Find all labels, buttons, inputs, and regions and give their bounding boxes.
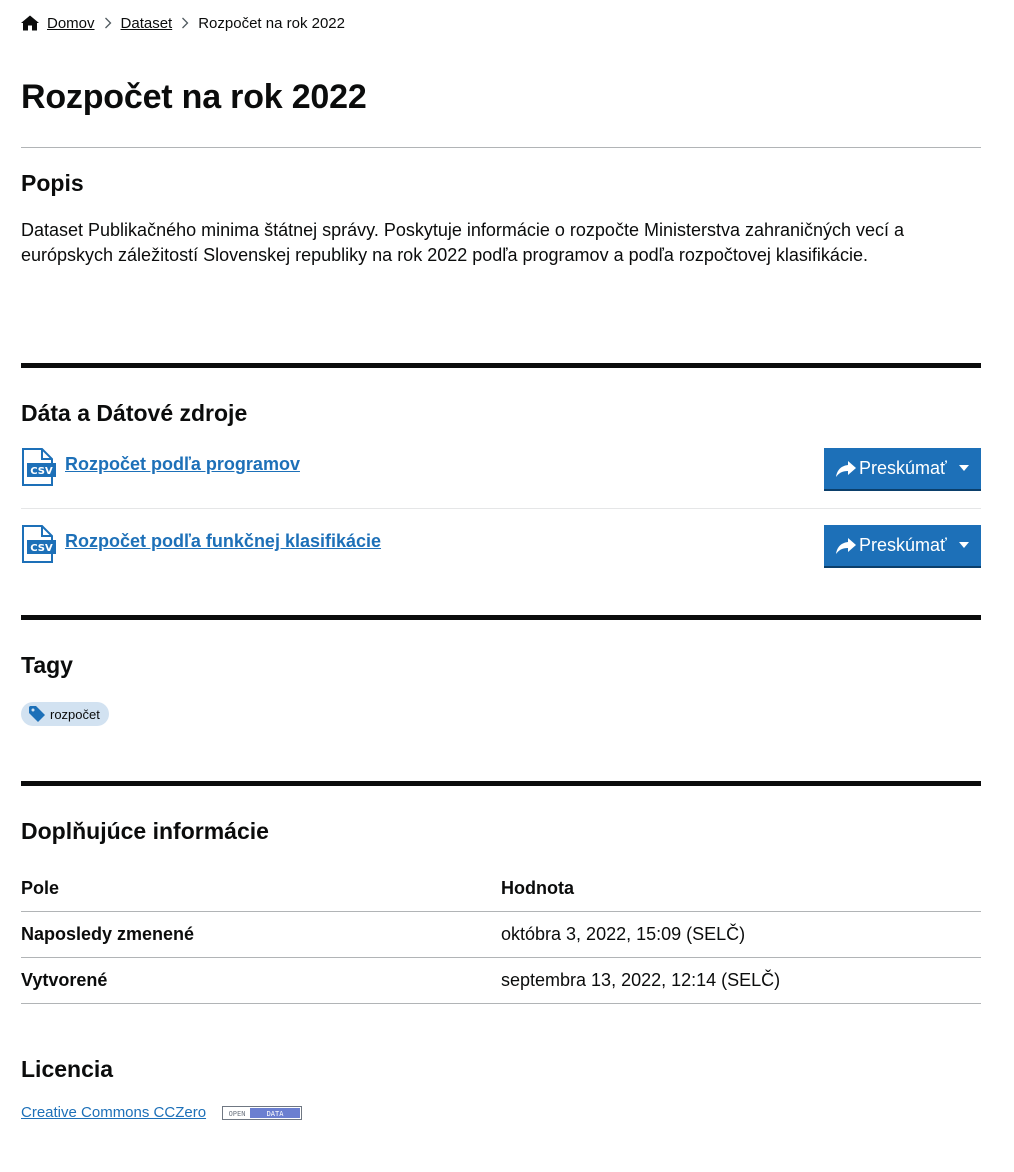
explore-button-label: Preskúmať: [859, 458, 947, 478]
description-heading: Popis: [21, 170, 84, 196]
row-field: Naposledy zmenené: [21, 911, 501, 958]
share-icon: [836, 537, 856, 554]
caret-down-icon[interactable]: [959, 542, 969, 548]
caret-down-icon[interactable]: [959, 465, 969, 471]
column-header-value: Hodnota: [501, 866, 981, 912]
description-text: Dataset Publikačného minima štátnej sprá…: [21, 220, 905, 265]
resource-item: CSV Rozpočet podľa programov Preskúmať: [21, 448, 981, 490]
explore-button[interactable]: Preskúmať: [824, 525, 981, 566]
divider: [21, 508, 981, 509]
row-value: októbra 3, 2022, 15:09 (SELČ): [501, 911, 981, 958]
section-divider: [21, 781, 981, 786]
page-title: Rozpočet na rok 2022: [21, 78, 367, 116]
svg-text:DATA: DATA: [267, 1110, 285, 1118]
chevron-right-icon: [104, 17, 112, 29]
tags-heading: Tagy: [21, 652, 73, 678]
additional-info-heading: Doplňujúce informácie: [21, 818, 269, 844]
row-field: Vytvorené: [21, 957, 501, 1004]
svg-text:OPEN: OPEN: [229, 1110, 246, 1118]
license-row: Creative Commons CCZero OPEN DATA: [21, 1104, 303, 1121]
table-row: Vytvorené septembra 13, 2022, 12:14 (SEL…: [21, 957, 981, 1004]
tag-label: rozpočet: [50, 706, 100, 722]
breadcrumb-current: Rozpočet na rok 2022: [198, 14, 345, 32]
resource-link[interactable]: Rozpočet podľa programov: [65, 454, 300, 475]
tag-badge[interactable]: rozpočet: [21, 702, 109, 726]
resource-link[interactable]: Rozpočet podľa funkčnej klasifikácie: [65, 531, 381, 552]
csv-file-icon: CSV: [21, 448, 57, 486]
chevron-right-icon: [181, 17, 189, 29]
table-header-row: Pole Hodnota: [21, 866, 981, 912]
tag-icon: [29, 706, 45, 722]
breadcrumb-home-link[interactable]: Domov: [47, 15, 95, 32]
home-icon[interactable]: [21, 15, 39, 31]
additional-info-table: Pole Hodnota Naposledy zmenené októbra 3…: [21, 866, 981, 1004]
resources-heading: Dáta a Dátové zdroje: [21, 400, 248, 426]
license-heading: Licencia: [21, 1056, 114, 1082]
open-data-badge[interactable]: OPEN DATA: [222, 1105, 303, 1120]
explore-button-label: Preskúmať: [859, 535, 947, 555]
explore-button[interactable]: Preskúmať: [824, 448, 981, 489]
section-divider: [21, 615, 981, 620]
breadcrumb: Domov Dataset Rozpočet na rok 2022: [21, 12, 345, 34]
table-row: Naposledy zmenené októbra 3, 2022, 15:09…: [21, 911, 981, 958]
license-link[interactable]: Creative Commons CCZero: [21, 1104, 206, 1121]
column-header-field: Pole: [21, 866, 501, 912]
share-icon: [836, 460, 856, 477]
csv-file-icon: CSV: [21, 525, 57, 563]
row-value: septembra 13, 2022, 12:14 (SELČ): [501, 957, 981, 1004]
svg-text:CSV: CSV: [30, 466, 53, 477]
resource-item: CSV Rozpočet podľa funkčnej klasifikácie…: [21, 525, 981, 567]
svg-text:CSV: CSV: [30, 543, 53, 554]
divider: [21, 147, 981, 148]
section-divider: [21, 363, 981, 368]
breadcrumb-dataset-link[interactable]: Dataset: [121, 15, 173, 32]
